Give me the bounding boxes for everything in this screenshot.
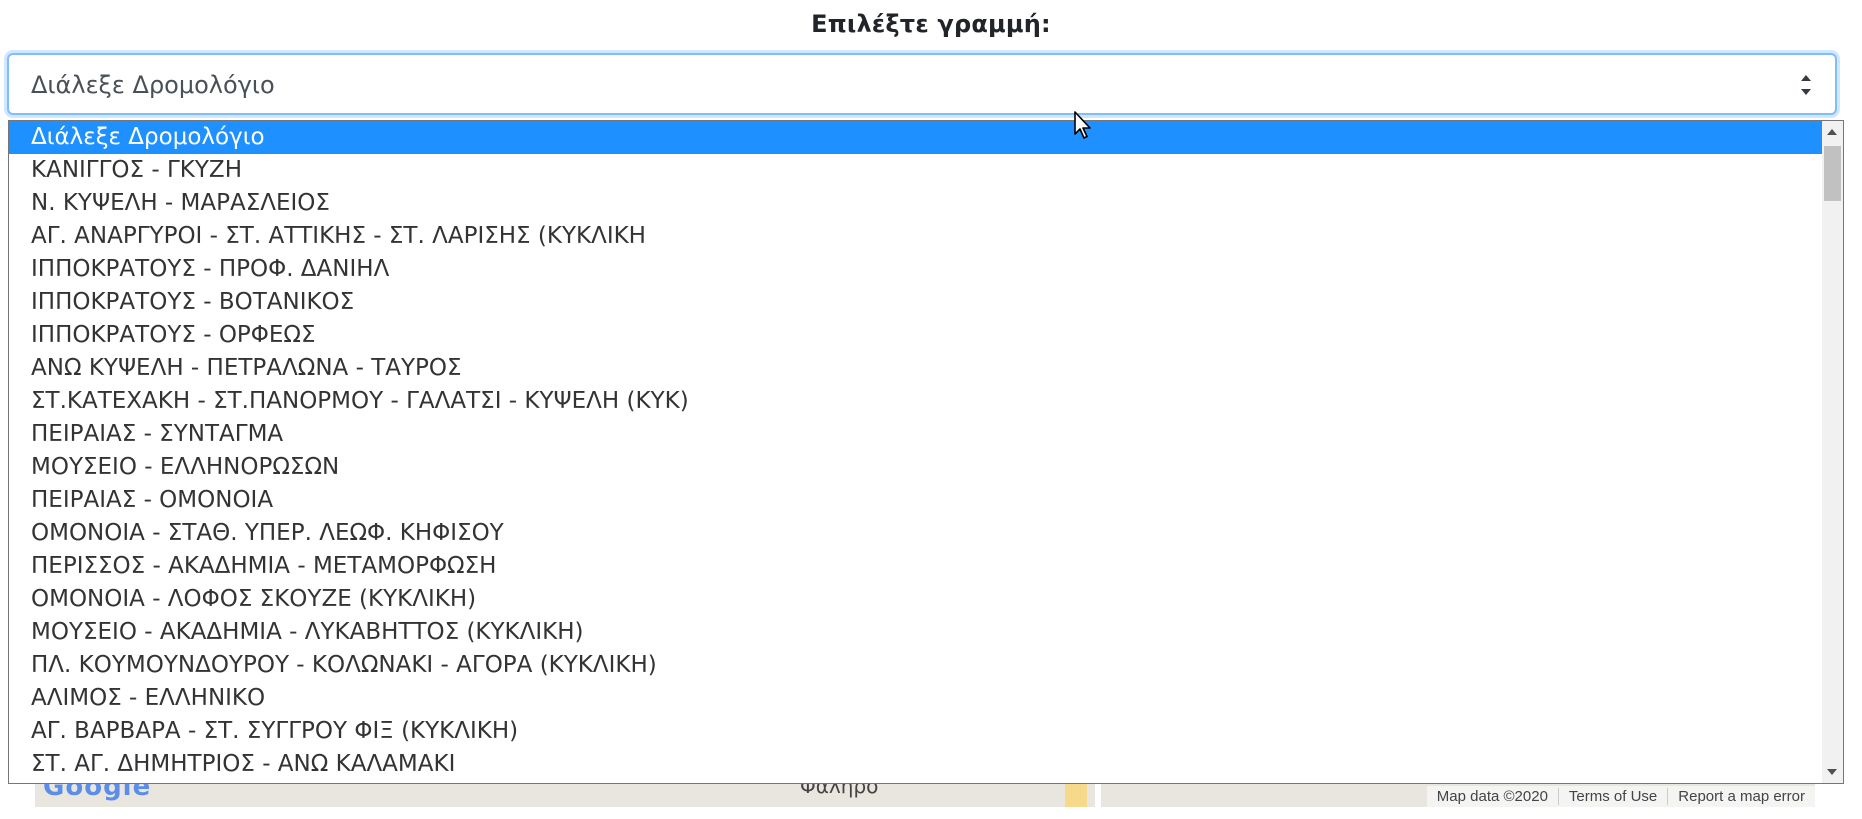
route-option[interactable]: Ν. ΚΥΨΕΛΗ - ΜΑΡΑΣΛΕΙΟΣ <box>9 187 1823 220</box>
route-option[interactable]: Διάλεξε Δρομολόγιο <box>9 121 1823 154</box>
route-option[interactable]: ΜΟΥΣΕΙΟ - ΑΚΑΔΗΜΙΑ - ΛΥΚΑΒΗΤΤΟΣ (ΚΥΚΛΙΚΗ… <box>9 616 1823 649</box>
route-option[interactable]: ΙΠΠΟΚΡΑΤΟΥΣ - ΠΡΟΦ. ΔΑΝΙΗΛ <box>9 253 1823 286</box>
route-option[interactable]: ΣΤ. ΑΓ. ΔΗΜΗΤΡΙΟΣ - ΑΝΩ ΚΑΛΑΜΑΚΙ <box>9 748 1823 781</box>
map-attribution: Map data ©2020 Terms of Use Report a map… <box>1426 786 1815 807</box>
route-option[interactable]: ΙΠΠΟΚΡΑΤΟΥΣ - ΟΡΦΕΩΣ <box>9 319 1823 352</box>
route-select-value: Διάλεξε Δρομολόγιο <box>31 71 275 99</box>
dropdown-scrollbar[interactable] <box>1822 121 1843 783</box>
up-down-chevron-icon <box>1801 75 1811 95</box>
scroll-down-arrow-icon[interactable] <box>1827 769 1837 775</box>
scroll-up-arrow-icon[interactable] <box>1827 129 1837 135</box>
terms-of-use-link[interactable]: Terms of Use <box>1557 788 1667 805</box>
route-option[interactable]: ΣΤ.ΚΑΤΕΧΑΚΗ - ΣΤ.ΠΑΝΟΡΜΟΥ - ΓΑΛΑΤΣΙ - ΚΥ… <box>9 385 1823 418</box>
route-option[interactable]: ΠΕΙΡΑΙΑΣ - ΣΥΝΤΑΓΜΑ <box>9 418 1823 451</box>
route-select[interactable]: Διάλεξε Δρομολόγιο <box>7 53 1837 115</box>
route-option[interactable]: ΟΜΟΝΟΙΑ - ΣΤΑΘ. ΥΠΕΡ. ΛΕΩΦ. ΚΗΦΙΣΟΥ <box>9 517 1823 550</box>
route-select-label: Επιλέξτε γραμμή: <box>811 10 1051 38</box>
route-option[interactable]: ΑΛΙΜΟΣ - ΕΛΛΗΝΙΚΟ <box>9 682 1823 715</box>
route-dropdown-list[interactable]: ΣΤ. ΑΓ. ΔΗΜΗΤΡΙΟΣ - ΑΝΩ ΚΑΛΑΜΑΚΙ ΑΓ. ΒΑΡΒ… <box>8 120 1844 784</box>
scrollbar-thumb[interactable] <box>1824 146 1841 201</box>
route-option[interactable]: ΟΜΟΝΟΙΑ - ΛΟΦΟΣ ΣΚΟΥΖΕ (ΚΥΚΛΙΚΗ) <box>9 583 1823 616</box>
route-option[interactable]: ΚΑΝΙΓΓΟΣ - ΓΚΥΖΗ <box>9 154 1823 187</box>
route-option[interactable]: ΠΕΙΡΑΙΑΣ - ΟΜΟΝΟΙΑ <box>9 484 1823 517</box>
report-map-error-link[interactable]: Report a map error <box>1667 788 1815 805</box>
route-option[interactable]: ΙΠΠΟΚΡΑΤΟΥΣ - ΒΟΤΑΝΙΚΟΣ <box>9 286 1823 319</box>
route-option[interactable]: ΜΟΥΣΕΙΟ - ΕΛΛΗΝΟΡΩΣΩΝ <box>9 451 1823 484</box>
route-option[interactable]: ΑΓ. ΑΝΑΡΓΥΡΟΙ - ΣΤ. ΑΤΤΙΚΗΣ - ΣΤ. ΛΑΡΙΣΗ… <box>9 220 1823 253</box>
route-option[interactable]: ΠΕΡΙΣΣΟΣ - ΑΚΑΔΗΜΙΑ - ΜΕΤΑΜΟΡΦΩΣΗ <box>9 550 1823 583</box>
route-option[interactable]: ΑΓ. ΒΑΡΒΑΡΑ - ΣΤ. ΣΥΓΓΡΟΥ ΦΙΞ (ΚΥΚΛΙΚΗ) <box>9 715 1823 748</box>
route-option[interactable]: ΑΝΩ ΚΥΨΕΛΗ - ΠΕΤΡΑΛΩΝΑ - ΤΑΥΡΟΣ <box>9 352 1823 385</box>
mouse-pointer-icon <box>1074 111 1091 139</box>
page: Επιλέξτε γραμμή: Διάλεξε Δρομολόγιο Goog… <box>0 0 1862 819</box>
route-option[interactable]: ΠΛ. ΚΟΥΜΟΥΝΔΟΥΡΟΥ - ΚΟΛΩΝΑΚΙ - ΑΓΟΡΑ (ΚΥ… <box>9 649 1823 682</box>
map-data-text: Map data ©2020 <box>1436 788 1548 805</box>
